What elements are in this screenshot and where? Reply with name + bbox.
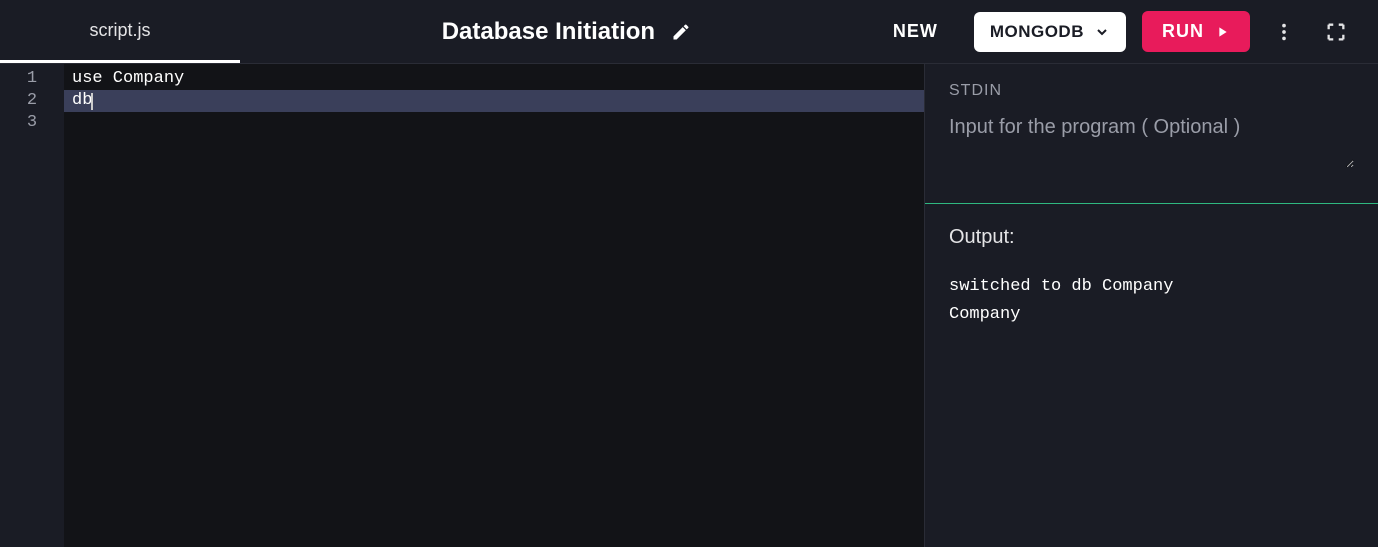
tab-area: script.js bbox=[0, 0, 240, 63]
line-number: 2 bbox=[0, 90, 64, 112]
more-vertical-icon bbox=[1273, 21, 1295, 43]
output-text: switched to db Company Company bbox=[949, 273, 1354, 329]
line-number: 1 bbox=[0, 68, 64, 90]
fullscreen-button[interactable] bbox=[1318, 14, 1354, 50]
chevron-down-icon bbox=[1094, 24, 1110, 40]
play-icon bbox=[1214, 24, 1230, 40]
line-number: 3 bbox=[0, 112, 64, 134]
main: 1 2 3 use Company db STDIN Output: switc… bbox=[0, 64, 1378, 547]
stdin-section: STDIN bbox=[925, 64, 1378, 204]
stdin-label: STDIN bbox=[949, 82, 1354, 100]
run-button[interactable]: RUN bbox=[1142, 11, 1250, 52]
new-button[interactable]: NEW bbox=[893, 21, 938, 42]
stdin-input[interactable] bbox=[949, 116, 1354, 168]
header: script.js Database Initiation NEW MONGOD… bbox=[0, 0, 1378, 64]
edit-icon[interactable] bbox=[671, 22, 691, 42]
code-area[interactable]: use Company db bbox=[64, 64, 924, 547]
run-label: RUN bbox=[1162, 21, 1204, 42]
page-title: Database Initiation bbox=[442, 18, 655, 46]
output-label: Output: bbox=[949, 226, 1354, 249]
title-area: Database Initiation bbox=[240, 18, 893, 46]
more-menu-button[interactable] bbox=[1266, 14, 1302, 50]
editor-pane[interactable]: 1 2 3 use Company db bbox=[0, 64, 924, 547]
text-cursor bbox=[91, 93, 93, 110]
tab-script[interactable]: script.js bbox=[0, 0, 240, 63]
editor-gutter: 1 2 3 bbox=[0, 64, 64, 547]
code-line: use Company bbox=[64, 68, 924, 90]
language-label: MONGODB bbox=[990, 22, 1084, 42]
side-pane: STDIN Output: switched to db Company Com… bbox=[924, 64, 1378, 547]
fullscreen-icon bbox=[1325, 21, 1347, 43]
output-section: Output: switched to db Company Company bbox=[925, 204, 1378, 351]
code-line bbox=[64, 112, 924, 134]
language-select[interactable]: MONGODB bbox=[974, 12, 1126, 52]
header-actions: NEW MONGODB RUN bbox=[893, 11, 1378, 52]
code-line: db bbox=[64, 90, 924, 112]
